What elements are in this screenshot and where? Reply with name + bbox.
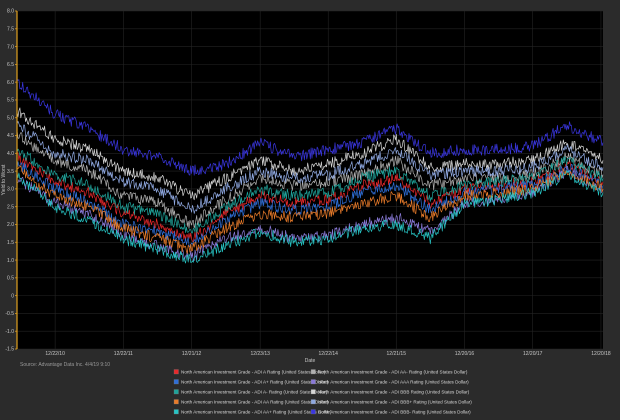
y-tick-label: 4.0 [7,151,14,157]
y-tick-label: 1.5 [7,240,14,246]
legend-swatch [173,409,179,415]
legend-entry: North American Investment Grade - ADI BB… [318,400,472,405]
source-note: Source: Advantage Data Inc. 4/4/19 9:10 [20,362,110,368]
y-tick-label: 3.5 [7,169,14,175]
legend-entry: North American Investment Grade - ADI AA… [181,410,332,415]
legend-swatch [173,379,179,385]
x-axis-title: Date [305,358,316,364]
legend-entry: North American Investment Grade - ADI AA… [318,370,468,375]
x-tick-label: 12/21/12 [182,351,202,357]
y-tick-label: 6.5 [7,62,14,68]
y-tick-label: 5.5 [7,98,14,104]
y-tick-label: 4.5 [7,133,14,139]
x-tick-label: 12/20/17 [523,351,543,357]
x-tick-label: 12/22/10 [45,351,65,357]
legend-entry: North American Investment Grade - ADI AA… [318,380,469,385]
y-tick-label: 2.0 [7,222,14,228]
y-axis-title: Yield to Worst [1,164,7,195]
y-axis: 8.0 7.5 7.0 6.5 6.0 5.5 5.0 4.5 4.0 3.5 3.0 2.5 2.0 1… [5,9,17,353]
legend-swatch [173,369,179,375]
legend-swatch [310,389,316,395]
y-tick-label: 2.5 [7,204,14,210]
y-tick-label: -0.5 [5,311,14,317]
x-tick-label: 12/21/15 [387,351,407,357]
legend-entry: North American Investment Grade - ADI BB… [318,410,471,415]
legend-entry: North American Investment Grade - ADI A+… [181,380,329,385]
chart: 8.0 7.5 7.0 6.5 6.0 5.5 5.0 4.5 4.0 3.5 3.0 2.5 2.0 1… [0,0,620,420]
legend-entry: North American Investment Grade - ADI AA… [181,400,329,405]
y-tick-label: 3.0 [7,187,14,193]
x-tick-label: 12/22/14 [318,351,338,357]
legend-swatch [310,399,316,405]
x-tick-label: 12/20/16 [455,351,475,357]
legend-swatch [310,369,316,375]
y-tick-label: 7.5 [7,26,14,32]
y-tick-label: 0.5 [7,276,14,282]
y-tick-label: 5.0 [7,115,14,121]
legend-entry: North American Investment Grade - ADI A-… [181,390,328,395]
x-tick-label: 12/23/13 [250,351,270,357]
y-tick-label: -1.0 [5,329,14,335]
yield-line-chart: 8.0 7.5 7.0 6.5 6.0 5.5 5.0 4.5 4.0 3.5 3.0 2.5 2.0 1… [1,9,611,415]
y-tick-label: -1.5 [5,347,14,353]
y-tick-label: 7.0 [7,44,14,50]
legend: North American Investment Grade - ADI A … [173,369,472,415]
y-tick-label: 1.0 [7,258,14,264]
legend-entry: North American Investment Grade - ADI A … [181,370,326,375]
legend-swatch [310,409,316,415]
legend-entry: North American Investment Grade - ADI BB… [318,390,470,395]
y-tick-label: 0 [11,293,14,299]
x-axis: 12/22/10 12/22/11 12/21/12 12/23/13 12/22/14… [45,351,610,357]
legend-swatch [310,379,316,385]
legend-swatch [173,389,179,395]
y-tick-label: 6.0 [7,80,14,86]
legend-swatch [173,399,179,405]
x-tick-label: 12/22/11 [114,351,133,357]
y-tick-label: 8.0 [7,9,14,15]
x-tick-label: 12/20/18 [591,351,611,357]
